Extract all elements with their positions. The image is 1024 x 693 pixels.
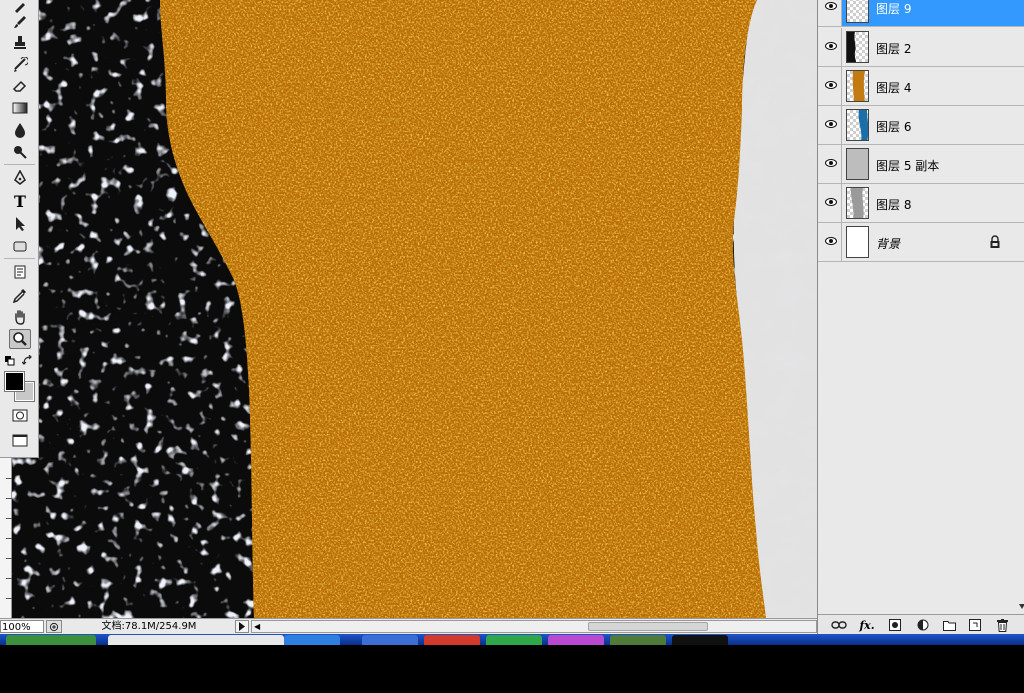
status-menu-button[interactable] xyxy=(235,620,249,633)
vertical-ruler xyxy=(0,458,12,618)
layers-panel: 图层 9 图层 2 图层 4 图层 6 图层 5 副本 图层 8 背景 fx. xyxy=(817,0,1024,634)
layer-row[interactable]: 背景 xyxy=(818,223,1024,262)
foreground-color-swatch[interactable] xyxy=(4,371,25,392)
taskbar-button[interactable] xyxy=(548,635,604,645)
screen-mode-icon[interactable] xyxy=(9,430,31,450)
taskbar-strip xyxy=(0,634,1024,645)
triangle-right-icon xyxy=(239,622,245,631)
quick-mask-icon[interactable] xyxy=(9,405,31,425)
layer-row[interactable]: 图层 5 副本 xyxy=(818,145,1024,184)
taskbar-button[interactable] xyxy=(424,635,480,645)
layer-thumbnail xyxy=(846,31,869,63)
visibility-eye-icon[interactable] xyxy=(822,37,840,55)
layer-thumbnail xyxy=(846,226,869,258)
layer-thumbnail xyxy=(846,148,869,180)
visibility-eye-icon[interactable] xyxy=(822,154,840,172)
hand-tool-icon[interactable] xyxy=(9,307,31,327)
link-layers-icon[interactable] xyxy=(830,617,848,633)
canvas-artwork xyxy=(0,0,817,618)
layer-name: 图层 5 副本 xyxy=(876,159,940,173)
visibility-eye-icon[interactable] xyxy=(822,115,840,133)
layers-panel-footer: fx. xyxy=(818,614,1024,634)
document-canvas[interactable] xyxy=(0,0,817,618)
swap-colors-icon[interactable] xyxy=(22,355,33,366)
layer-thumbnail xyxy=(846,70,869,102)
history-brush-tool-icon[interactable] xyxy=(9,55,31,75)
layer-name: 图层 8 xyxy=(876,198,912,212)
panel-scroll-arrow-icon[interactable] xyxy=(1019,0,1024,614)
layer-row[interactable]: 图层 9 xyxy=(818,0,1024,27)
visibility-eye-icon[interactable] xyxy=(822,0,840,15)
new-layer-icon[interactable] xyxy=(966,617,984,633)
layer-row[interactable]: 图层 2 xyxy=(818,28,1024,67)
add-mask-icon[interactable] xyxy=(886,617,904,633)
zoom-level-field[interactable]: 100% xyxy=(0,620,44,633)
taskbar-button[interactable] xyxy=(610,635,666,645)
zoom-menu-button[interactable] xyxy=(46,620,62,633)
lock-icon xyxy=(990,235,1000,248)
pen-tool-icon[interactable] xyxy=(9,168,31,188)
layer-thumbnail xyxy=(846,109,869,141)
dodge-tool-icon[interactable] xyxy=(9,142,31,162)
start-button[interactable] xyxy=(6,635,96,645)
taskbar-button[interactable] xyxy=(486,635,542,645)
taskbar-button[interactable] xyxy=(108,635,284,645)
layer-name: 图层 4 xyxy=(876,81,912,95)
adjustment-layer-icon[interactable] xyxy=(914,617,932,633)
new-group-icon[interactable] xyxy=(940,617,958,633)
tools-panel: T xyxy=(0,0,39,458)
notes-tool-icon[interactable] xyxy=(9,262,31,282)
scrollbar-thumb[interactable] xyxy=(588,622,708,631)
default-colors-icon[interactable] xyxy=(5,356,15,366)
clone-stamp-tool-icon[interactable] xyxy=(9,33,31,53)
eyedropper-tool-icon[interactable] xyxy=(9,285,31,305)
taskbar-button[interactable] xyxy=(672,635,728,645)
layer-row[interactable]: 图层 4 xyxy=(818,67,1024,106)
layer-name: 图层 2 xyxy=(876,42,912,56)
taskbar-button[interactable] xyxy=(362,635,418,645)
layers-empty-area xyxy=(818,263,1024,614)
windows-taskbar xyxy=(0,634,1024,693)
zoom-tool-icon[interactable] xyxy=(9,329,31,349)
scroll-left-icon[interactable]: ◀ xyxy=(254,622,260,631)
visibility-eye-icon[interactable] xyxy=(822,193,840,211)
type-tool-icon[interactable]: T xyxy=(9,191,31,211)
layer-thumbnail xyxy=(846,187,869,219)
zoom-icon xyxy=(49,622,59,631)
layer-row[interactable]: 图层 6 xyxy=(818,106,1024,145)
layer-style-button[interactable]: fx. xyxy=(858,617,876,633)
visibility-eye-icon[interactable] xyxy=(822,232,840,250)
taskbar-button[interactable] xyxy=(284,635,340,645)
status-bar: 100% 文档:78.1M/254.9M ◀ xyxy=(0,618,817,634)
path-selection-tool-icon[interactable] xyxy=(9,214,31,234)
delete-layer-icon[interactable] xyxy=(993,617,1011,633)
horizontal-scrollbar[interactable]: ◀ xyxy=(251,620,817,633)
layer-name: 图层 6 xyxy=(876,120,912,134)
document-size-info: 文档:78.1M/254.9M xyxy=(101,621,197,632)
layer-name: 背景 xyxy=(876,237,901,251)
layer-name: 图层 9 xyxy=(876,2,912,16)
gradient-tool-icon[interactable] xyxy=(9,98,31,118)
layer-row[interactable]: 图层 8 xyxy=(818,184,1024,223)
shape-tool-icon[interactable] xyxy=(9,236,31,256)
eraser-tool-icon[interactable] xyxy=(9,76,31,96)
blur-tool-icon[interactable] xyxy=(9,120,31,140)
brush-tool-icon[interactable] xyxy=(9,12,31,32)
layer-thumbnail xyxy=(846,0,869,23)
visibility-eye-icon[interactable] xyxy=(822,76,840,94)
